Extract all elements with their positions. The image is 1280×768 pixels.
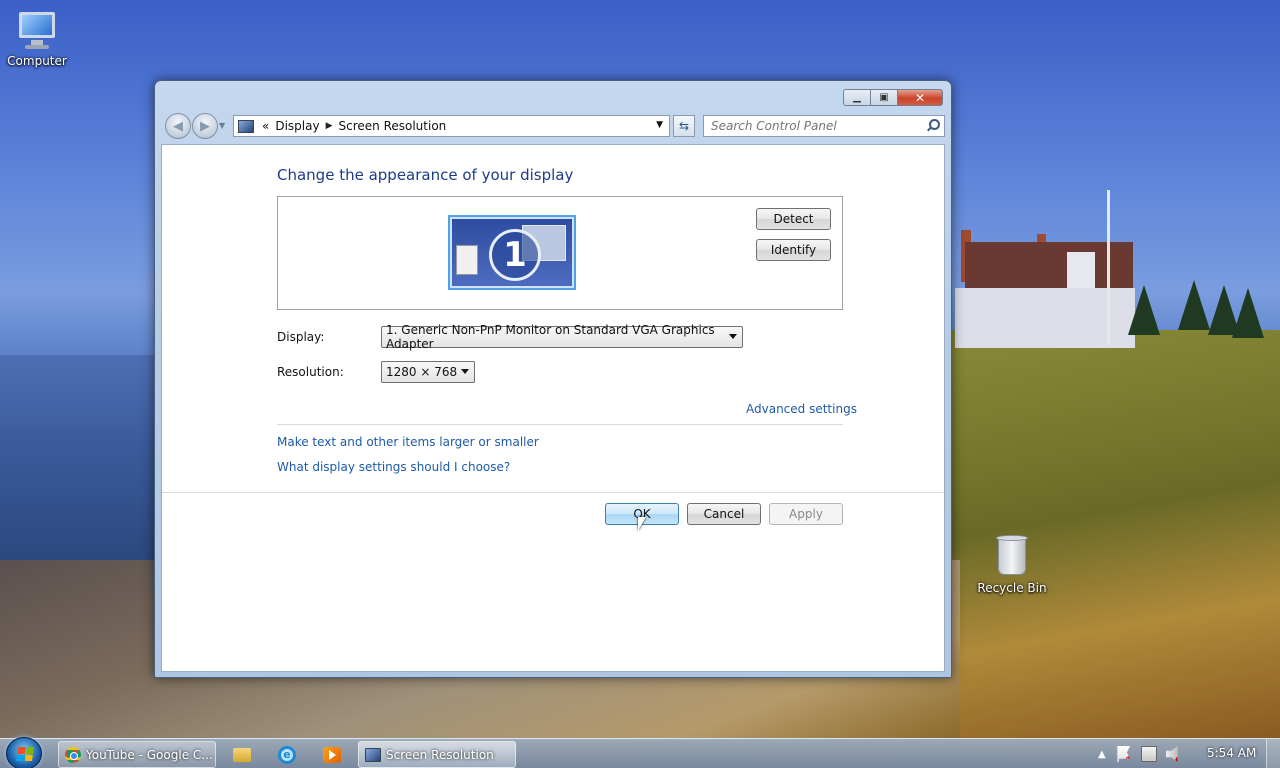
desktop-icon-recycle-bin[interactable]: Recycle Bin (972, 533, 1052, 595)
detect-button[interactable]: Detect (756, 208, 831, 230)
desktop-tree (1232, 288, 1264, 338)
breadcrumb-item-screen-resolution[interactable]: Screen Resolution (339, 119, 447, 133)
file-explorer-icon (233, 747, 251, 762)
forward-arrow-icon: ▶ (200, 118, 210, 134)
caption-buttons: ▁ ▣ ✕ (843, 89, 943, 106)
close-button[interactable]: ✕ (898, 89, 943, 106)
computer-icon (15, 10, 59, 50)
windows-logo-icon (16, 747, 34, 761)
desktop-icon-computer[interactable]: Computer (0, 10, 77, 68)
recent-pages-dropdown[interactable]: ▼ (219, 121, 225, 130)
monitor-number: 1 (489, 229, 541, 281)
address-dropdown-icon[interactable]: ▼ (656, 120, 663, 130)
display-select[interactable]: 1. Generic Non-PnP Monitor on Standard V… (381, 323, 743, 351)
desktop-icon-label: Computer (7, 54, 67, 68)
footer-divider (162, 492, 944, 493)
content-pane: Change the appearance of your display 1 … (161, 144, 945, 672)
page-title: Change the appearance of your display (277, 166, 574, 184)
desktop-tree (1178, 280, 1210, 330)
apply-button[interactable]: Apply (769, 503, 843, 525)
network-icon[interactable] (1140, 746, 1157, 762)
document-thumbnail-icon (456, 245, 478, 275)
resolution-select[interactable]: 1280 × 768 (381, 361, 475, 383)
screen-resolution-icon (365, 747, 381, 762)
advanced-settings-link[interactable]: Advanced settings (746, 402, 857, 416)
display-select-value: 1. Generic Non-PnP Monitor on Standard V… (386, 323, 715, 351)
taskbar-pin-explorer[interactable] (222, 742, 262, 767)
back-arrow-icon: ◀ (173, 118, 183, 134)
desktop-flagpole (1107, 190, 1110, 345)
resolution-select-value: 1280 × 768 (386, 365, 458, 379)
taskbar-item-chrome[interactable]: YouTube - Google C... (58, 741, 216, 768)
display-settings-help-link[interactable]: What display settings should I choose? (277, 460, 510, 474)
taskbar-pin-ie[interactable]: e (267, 742, 307, 767)
navigation-bar: ◀ ▶ ▼ « Display ▶ Screen Resolution ▼ ⇆ (163, 113, 945, 139)
search-input[interactable] (704, 116, 914, 136)
breadcrumb-separator-icon[interactable]: ▶ (326, 121, 333, 131)
monitor-preview-panel: 1 Detect Identify (277, 196, 843, 310)
taskbar: YouTube - Google C... e Screen Resolutio… (0, 737, 1280, 768)
chevron-down-icon (729, 334, 737, 339)
breadcrumb-item-display[interactable]: Display (275, 119, 319, 133)
resolution-label: Resolution: (277, 365, 344, 379)
maximize-icon: ▣ (879, 92, 889, 103)
monitor-thumbnail[interactable]: 1 (448, 215, 576, 290)
display-label: Display: (277, 330, 325, 344)
start-button[interactable] (6, 737, 42, 768)
search-box[interactable] (703, 115, 945, 137)
cancel-button[interactable]: Cancel (687, 503, 761, 525)
chevron-down-icon (461, 369, 469, 374)
volume-muted-icon[interactable] (1165, 746, 1178, 762)
breadcrumb-overflow[interactable]: « (262, 119, 269, 133)
maximize-button[interactable]: ▣ (871, 89, 898, 106)
divider (277, 424, 843, 425)
recycle-bin-icon (996, 533, 1028, 577)
internet-explorer-icon: e (278, 745, 296, 764)
screen-resolution-window: ▁ ▣ ✕ ◀ ▶ ▼ « Display ▶ Screen Resolutio… (154, 80, 952, 678)
taskbar-item-label: YouTube - Google C... (86, 747, 213, 762)
control-panel-icon (238, 119, 254, 133)
search-icon[interactable] (927, 119, 940, 131)
text-size-link[interactable]: Make text and other items larger or smal… (277, 435, 539, 449)
identify-button[interactable]: Identify (756, 239, 831, 261)
system-tray: ▲ (1098, 739, 1191, 768)
desktop-icon-label: Recycle Bin (977, 581, 1047, 595)
taskbar-pin-media[interactable] (312, 742, 352, 767)
refresh-icon: ⇆ (678, 119, 690, 133)
close-icon: ✕ (914, 90, 926, 105)
address-bar[interactable]: « Display ▶ Screen Resolution ▼ (233, 115, 670, 137)
action-center-icon[interactable] (1117, 746, 1131, 762)
mouse-cursor-icon (638, 517, 646, 531)
desktop-tree (1128, 285, 1160, 335)
show-hidden-icons-icon[interactable]: ▲ (1098, 749, 1106, 760)
chrome-icon (65, 746, 81, 763)
media-player-icon (323, 746, 341, 763)
taskbar-item-screen-resolution[interactable]: Screen Resolution (358, 741, 516, 768)
clock[interactable]: 5:54 AM (1207, 746, 1256, 760)
refresh-button[interactable]: ⇆ (673, 115, 695, 137)
minimize-button[interactable]: ▁ (843, 89, 871, 106)
taskbar-item-label: Screen Resolution (386, 747, 494, 762)
show-desktop-button[interactable] (1266, 739, 1280, 768)
back-button[interactable]: ◀ (165, 113, 191, 139)
minimize-icon: ▁ (853, 92, 861, 103)
forward-button[interactable]: ▶ (192, 113, 218, 139)
